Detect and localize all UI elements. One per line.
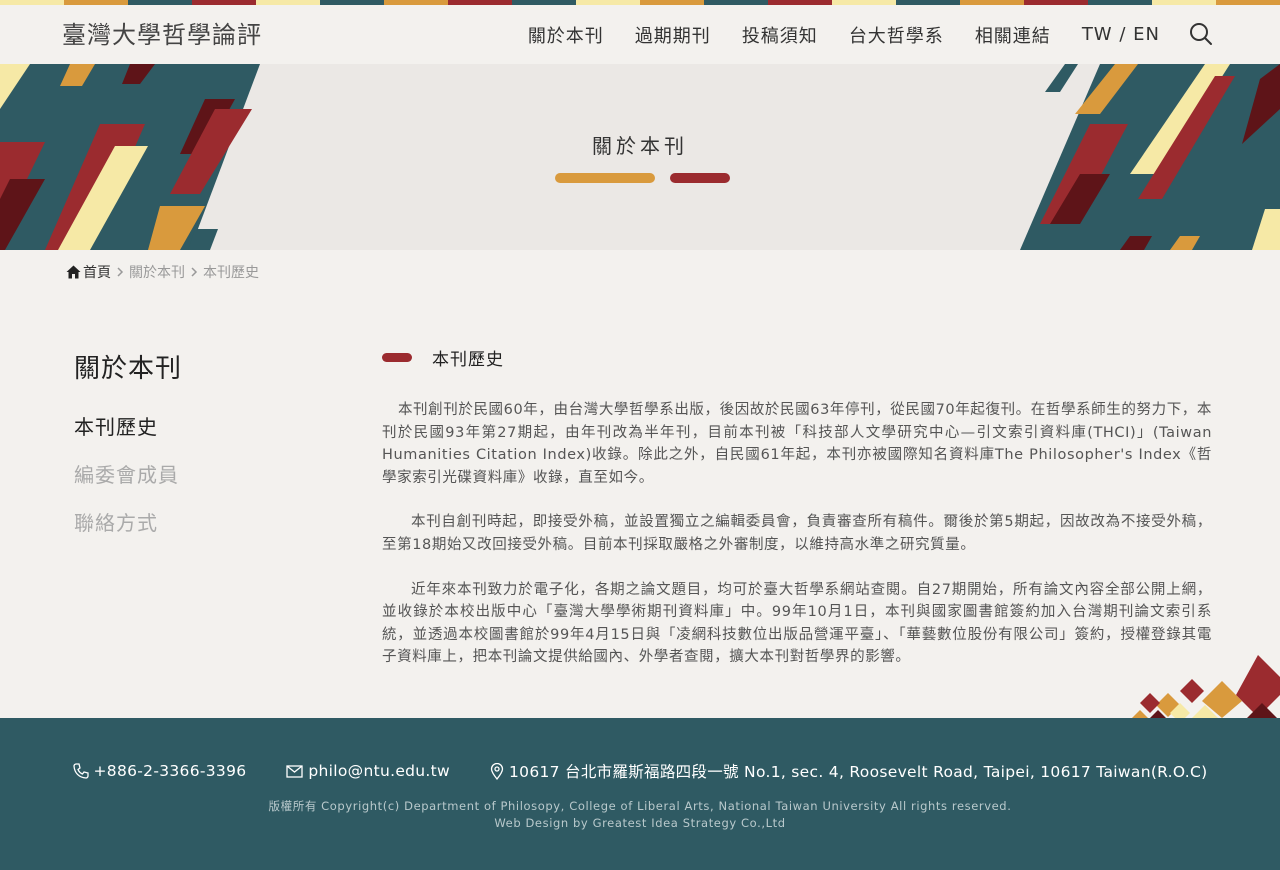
sidebar-menu: 本刊歷史 編委會成員 聯絡方式 bbox=[74, 414, 179, 558]
corner-diamond-pattern bbox=[1132, 655, 1280, 718]
nav-item-submission[interactable]: 投稿須知 bbox=[742, 22, 818, 48]
sidebar-item-editorial-board[interactable]: 編委會成員 bbox=[74, 462, 179, 510]
sidebar-item-history[interactable]: 本刊歷史 bbox=[74, 414, 179, 462]
section-title: 本刊歷史 bbox=[432, 349, 504, 370]
breadcrumb-home-label: 首頁 bbox=[83, 265, 111, 281]
banner-accent-bar-gold bbox=[555, 173, 655, 183]
nav-item-ntu-philosophy[interactable]: 台大哲學系 bbox=[849, 22, 944, 48]
copyright-text: 版權所有 Copyright(c) Department of Philosop… bbox=[268, 799, 1012, 813]
footer-email-text: philo@ntu.edu.tw bbox=[308, 762, 450, 780]
sidebar-title: 關於本刊 bbox=[74, 354, 183, 384]
footer-copyright: 版權所有 Copyright(c) Department of Philosop… bbox=[0, 798, 1280, 831]
site-logo[interactable]: 臺灣大學哲學論評 bbox=[62, 15, 262, 50]
banner-accent-bar-red bbox=[670, 173, 730, 183]
footer-address-text: 10617 台北市羅斯福路四段一號 No.1, sec. 4, Roosevel… bbox=[509, 763, 1208, 781]
breadcrumb: 首頁 關於本刊 本刊歷史 bbox=[66, 262, 259, 282]
history-paragraph: 近年來本刊致力於電子化，各期之論文題目，均可於臺大哲學系網站查閱。自27期開始，… bbox=[382, 581, 1212, 666]
phone-icon bbox=[72, 763, 89, 779]
nav-item-links[interactable]: 相關連結 bbox=[975, 22, 1051, 48]
lang-tw[interactable]: TW bbox=[1082, 24, 1113, 45]
language-switcher: TW / EN bbox=[1082, 24, 1160, 45]
location-pin-icon bbox=[490, 762, 504, 780]
lang-separator: / bbox=[1119, 24, 1127, 45]
lang-en[interactable]: EN bbox=[1133, 24, 1160, 45]
chevron-right-icon bbox=[117, 267, 124, 277]
breadcrumb-current: 本刊歷史 bbox=[203, 265, 259, 281]
page-banner: 關於本刊 bbox=[0, 64, 1280, 250]
section-marker bbox=[382, 352, 412, 362]
mail-icon bbox=[286, 764, 304, 778]
section-header: 本刊歷史 bbox=[382, 340, 1212, 374]
search-icon[interactable] bbox=[1188, 21, 1214, 47]
nav-item-about[interactable]: 關於本刊 bbox=[528, 22, 604, 48]
footer-address: 10617 台北市羅斯福路四段一號 No.1, sec. 4, Roosevel… bbox=[490, 760, 1207, 782]
history-paragraph: 本刊創刊於民國60年，由台灣大學哲學系出版，後因故於民國63年停刊，從民國70年… bbox=[382, 402, 1212, 486]
main-nav: 關於本刊 過期期刊 投稿須知 台大哲學系 相關連結 TW / EN bbox=[497, 5, 1160, 64]
site-header: 臺灣大學哲學論評 關於本刊 過期期刊 投稿須知 台大哲學系 相關連結 TW / … bbox=[0, 5, 1280, 64]
history-paragraph: 本刊自創刊時起，即接受外稿，並設置獨立之編輯委員會，負責審查所有稿件。爾後於第5… bbox=[382, 514, 1212, 553]
nav-item-past-issues[interactable]: 過期期刊 bbox=[635, 22, 711, 48]
site-footer: +886-2-3366-3396 philo@ntu.edu.tw 10617 … bbox=[0, 718, 1280, 870]
banner-right-pattern bbox=[1020, 64, 1280, 250]
chevron-right-icon bbox=[191, 267, 198, 277]
footer-contacts: +886-2-3366-3396 philo@ntu.edu.tw 10617 … bbox=[0, 760, 1280, 782]
sidebar-item-contact[interactable]: 聯絡方式 bbox=[74, 510, 179, 558]
home-icon bbox=[66, 265, 81, 279]
breadcrumb-home[interactable]: 首頁 bbox=[66, 262, 111, 282]
breadcrumb-parent[interactable]: 關於本刊 bbox=[129, 262, 185, 282]
design-credit: Web Design by Greatest Idea Strategy Co.… bbox=[494, 815, 786, 830]
footer-phone-text: +886-2-3366-3396 bbox=[93, 762, 247, 780]
footer-phone[interactable]: +886-2-3366-3396 bbox=[72, 760, 247, 782]
footer-email[interactable]: philo@ntu.edu.tw bbox=[286, 760, 450, 782]
main-content: 本刊歷史 本刊創刊於民國60年，由台灣大學哲學系出版，後因故於民國63年停刊，從… bbox=[382, 340, 1212, 669]
